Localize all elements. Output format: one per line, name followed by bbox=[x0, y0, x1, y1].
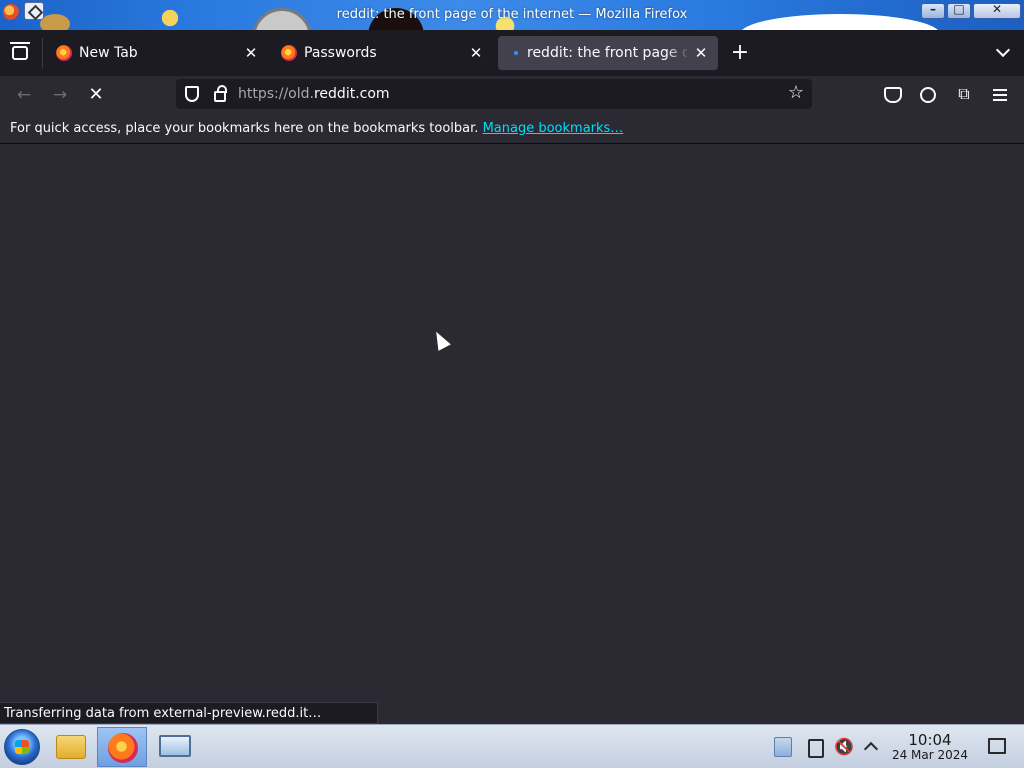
tab-close-icon[interactable]: ✕ bbox=[691, 43, 711, 63]
minimize-button[interactable]: – bbox=[921, 2, 945, 19]
firefox-icon bbox=[56, 45, 72, 61]
bookmark-star-icon[interactable]: ☆ bbox=[786, 82, 806, 104]
show-desktop-button[interactable] bbox=[988, 738, 1006, 754]
start-menu-button[interactable] bbox=[4, 729, 40, 765]
clock-time[interactable]: 10:04 bbox=[890, 731, 970, 749]
url-domain: reddit.com bbox=[313, 86, 390, 102]
manage-bookmarks-link[interactable]: Manage bookmarks… bbox=[483, 121, 624, 136]
status-text: Transferring data from external-preview.… bbox=[4, 706, 322, 721]
url-bar[interactable]: https://old.reddit.com ☆ bbox=[176, 79, 812, 109]
maximize-button[interactable]: □ bbox=[947, 2, 971, 19]
status-panel: Transferring data from external-preview.… bbox=[0, 702, 378, 724]
chevron-down-icon[interactable] bbox=[992, 42, 1016, 64]
taskbar: 🔇 10:04 24 Mar 2024 bbox=[0, 724, 1024, 768]
file-manager-task[interactable] bbox=[50, 727, 96, 767]
tab-new-tab[interactable]: New Tab ✕ bbox=[46, 36, 266, 70]
tab-label-fade bbox=[666, 36, 690, 70]
firefox-icon bbox=[281, 45, 297, 61]
volume-muted-icon[interactable]: 🔇 bbox=[834, 737, 854, 757]
page-content[interactable] bbox=[0, 145, 1024, 724]
monitor-icon bbox=[159, 735, 191, 757]
account-icon[interactable] bbox=[916, 83, 940, 107]
battery-icon[interactable] bbox=[806, 737, 824, 758]
tab-label: New Tab bbox=[79, 45, 138, 61]
tab-passwords[interactable]: Passwords ✕ bbox=[271, 36, 491, 70]
firefox-task[interactable] bbox=[97, 727, 147, 767]
maximize-icon: □ bbox=[953, 2, 965, 16]
lock-icon[interactable] bbox=[214, 85, 227, 102]
forward-button[interactable]: → bbox=[46, 82, 74, 108]
firefox-icon bbox=[108, 733, 138, 763]
tab-list-icon[interactable] bbox=[6, 38, 34, 66]
clipboard-icon[interactable] bbox=[774, 737, 792, 757]
clock-date[interactable]: 24 Mar 2024 bbox=[888, 748, 972, 762]
tab-reddit[interactable]: reddit: the front page of the internet ✕ bbox=[498, 36, 718, 70]
tab-close-icon[interactable]: ✕ bbox=[241, 43, 261, 63]
loading-icon bbox=[508, 45, 524, 61]
tab-strip-separator bbox=[42, 38, 43, 68]
minimize-icon: – bbox=[930, 2, 936, 16]
window-close-button[interactable]: ✕ bbox=[973, 2, 1021, 19]
new-tab-button[interactable]: + bbox=[727, 42, 753, 64]
stop-loading-button[interactable]: ✕ bbox=[82, 82, 110, 108]
tray-expand-icon[interactable] bbox=[862, 737, 880, 757]
shield-icon[interactable] bbox=[185, 86, 199, 102]
bookmarks-toolbar: For quick access, place your bookmarks h… bbox=[0, 114, 1024, 144]
bookmarks-hint: For quick access, place your bookmarks h… bbox=[10, 121, 623, 136]
back-button[interactable]: ← bbox=[10, 82, 38, 108]
bookmarks-hint-text: For quick access, place your bookmarks h… bbox=[10, 121, 479, 136]
url-prefix: https://old. bbox=[238, 86, 314, 102]
close-icon: ✕ bbox=[991, 2, 1003, 16]
tab-label: Passwords bbox=[304, 45, 377, 61]
system-settings-task[interactable] bbox=[153, 727, 199, 767]
tab-strip: New Tab ✕ Passwords ✕ reddit: the front … bbox=[0, 30, 1024, 76]
tab-label: reddit: the front page of the internet bbox=[527, 45, 687, 61]
folder-icon bbox=[56, 735, 86, 759]
extensions-icon[interactable]: ⧉ bbox=[952, 83, 976, 107]
pocket-icon[interactable] bbox=[880, 83, 904, 107]
hamburger-menu-icon[interactable] bbox=[988, 83, 1012, 107]
navigation-toolbar: ← → ✕ https://old.reddit.com ☆ ⧉ bbox=[0, 76, 1024, 114]
window-titlebar[interactable]: reddit: the front page of the internet —… bbox=[0, 0, 1024, 30]
url-input[interactable]: https://old.reddit.com bbox=[238, 86, 390, 102]
window-title: reddit: the front page of the internet —… bbox=[336, 7, 688, 22]
tab-close-icon[interactable]: ✕ bbox=[466, 43, 486, 63]
